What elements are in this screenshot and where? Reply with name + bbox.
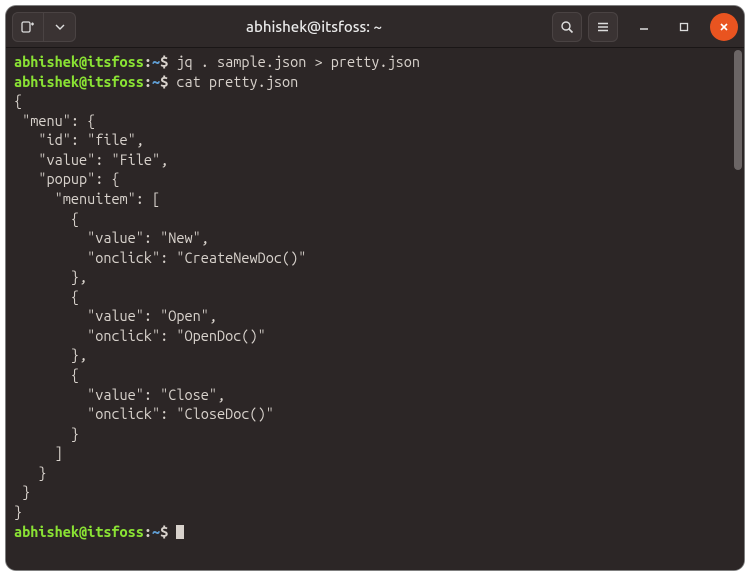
output-line: "onclick": "CloseDoc()" bbox=[14, 405, 274, 422]
output-line: "popup": { bbox=[14, 170, 120, 187]
scrollbar[interactable] bbox=[732, 48, 744, 570]
window-title: abhishek@itsfoss: ~ bbox=[76, 18, 552, 35]
minimize-icon bbox=[638, 21, 650, 33]
output-line: { bbox=[14, 366, 79, 383]
command-text: jq . sample.json > pretty.json bbox=[176, 53, 420, 70]
command-text: cat pretty.json bbox=[176, 73, 298, 90]
titlebar-left-group bbox=[12, 12, 76, 42]
output-line: "value": "Open", bbox=[14, 307, 217, 324]
search-button[interactable] bbox=[552, 12, 582, 42]
prompt-sep: : bbox=[144, 53, 152, 70]
output-line: }, bbox=[14, 346, 87, 363]
output-line: "value": "File", bbox=[14, 151, 168, 168]
cursor bbox=[176, 525, 184, 539]
output-line: { bbox=[14, 288, 79, 305]
titlebar: abhishek@itsfoss: ~ bbox=[6, 6, 744, 48]
output-line: } bbox=[14, 425, 79, 442]
new-tab-icon bbox=[21, 20, 35, 34]
minimize-button[interactable] bbox=[630, 13, 658, 41]
output-line: "menuitem": [ bbox=[14, 190, 160, 207]
prompt-sep: : bbox=[144, 73, 152, 90]
prompt-path: ~ bbox=[152, 523, 160, 540]
hamburger-icon bbox=[596, 20, 610, 34]
tab-menu-button[interactable] bbox=[44, 12, 76, 42]
terminal-body: abhishek@itsfoss:~$ jq . sample.json > p… bbox=[6, 48, 744, 570]
output-line: "menu": { bbox=[14, 112, 95, 129]
close-button[interactable] bbox=[710, 13, 738, 41]
output-line: "onclick": "CreateNewDoc()" bbox=[14, 249, 306, 266]
output-line: "onclick": "OpenDoc()" bbox=[14, 327, 266, 344]
scrollbar-thumb[interactable] bbox=[734, 50, 742, 170]
prompt-user: abhishek@itsfoss bbox=[14, 53, 144, 70]
output-line: { bbox=[14, 92, 22, 109]
output-line: }, bbox=[14, 268, 87, 285]
titlebar-right-group bbox=[552, 12, 738, 42]
output-line: "id": "file", bbox=[14, 131, 144, 148]
prompt-path: ~ bbox=[152, 73, 160, 90]
output-line: } bbox=[14, 464, 46, 481]
new-tab-button[interactable] bbox=[12, 12, 44, 42]
output-line: "value": "New", bbox=[14, 229, 209, 246]
prompt-sep: : bbox=[144, 523, 152, 540]
maximize-button[interactable] bbox=[670, 13, 698, 41]
output-line: } bbox=[14, 503, 22, 520]
output-line: "value": "Close", bbox=[14, 386, 225, 403]
maximize-icon bbox=[678, 21, 690, 33]
terminal-window: abhishek@itsfoss: ~ abhishek@itsfoss:~$ … bbox=[6, 6, 744, 570]
output-line: } bbox=[14, 483, 30, 500]
prompt-path: ~ bbox=[152, 53, 160, 70]
prompt-user: abhishek@itsfoss bbox=[14, 73, 144, 90]
close-icon bbox=[718, 21, 730, 33]
chevron-down-icon bbox=[55, 22, 65, 32]
terminal-output[interactable]: abhishek@itsfoss:~$ jq . sample.json > p… bbox=[6, 48, 732, 570]
output-line: { bbox=[14, 210, 79, 227]
prompt-user: abhishek@itsfoss bbox=[14, 523, 144, 540]
search-icon bbox=[560, 20, 574, 34]
hamburger-menu-button[interactable] bbox=[588, 12, 618, 42]
output-line: ] bbox=[14, 444, 63, 461]
